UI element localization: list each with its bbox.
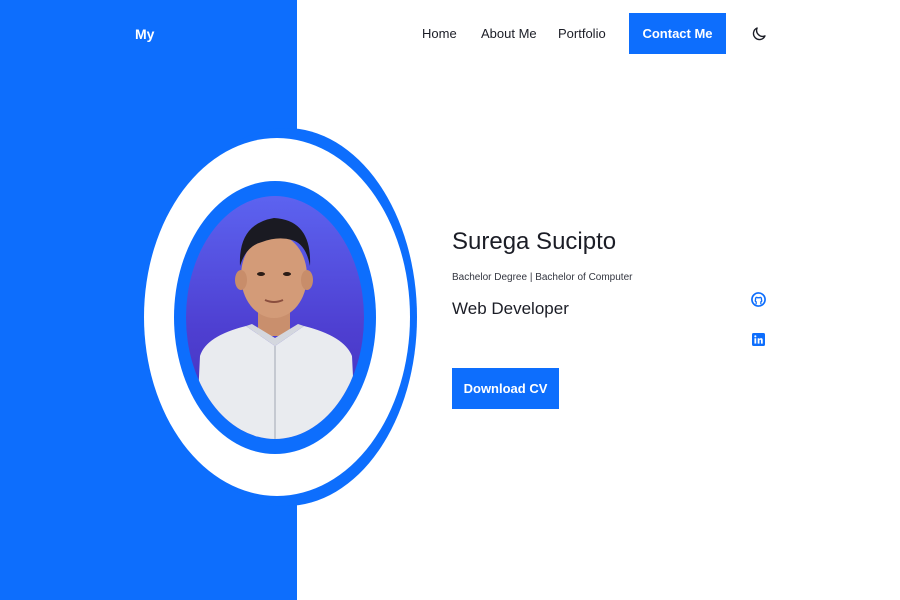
moon-icon[interactable] — [750, 25, 768, 43]
nav-home-link[interactable]: Home — [422, 26, 457, 41]
top-navigation: Home About Me Portfolio Contact Me — [0, 13, 900, 54]
hero-role: Web Developer — [452, 299, 569, 318]
nav-portfolio-link[interactable]: Portfolio — [558, 26, 606, 41]
linkedin-icon[interactable] — [752, 333, 765, 346]
hero-degree: Bachelor Degree | Bachelor of Computer — [452, 272, 633, 283]
hero-name: Surega Sucipto — [452, 228, 617, 255]
download-cv-button[interactable]: Download CV — [452, 368, 559, 409]
profile-photo — [186, 196, 364, 439]
contact-me-button[interactable]: Contact Me — [629, 13, 726, 54]
github-icon[interactable] — [751, 292, 766, 307]
nav-about-link[interactable]: About Me — [481, 26, 537, 41]
